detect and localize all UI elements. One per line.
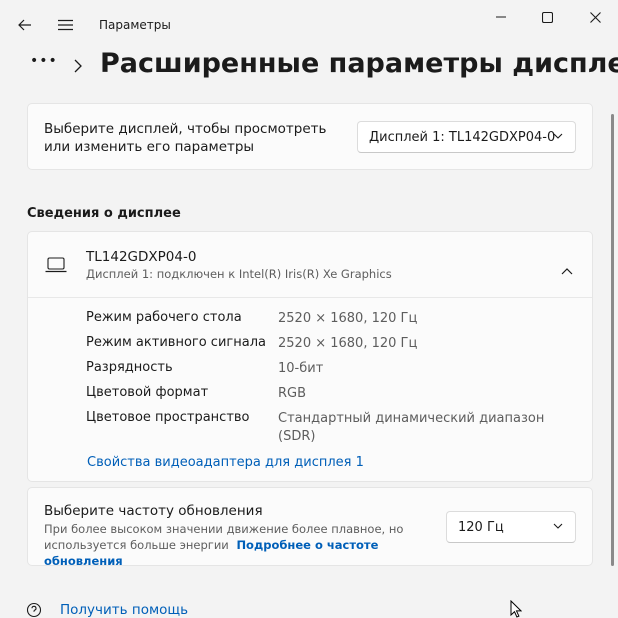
display-select-dropdown[interactable]: Дисплей 1: TL142GDXP04-0 <box>357 121 576 153</box>
info-label-active-signal: Режим активного сигнала <box>86 335 266 350</box>
scrollbar-thumb[interactable] <box>611 114 614 566</box>
info-value-color-format: RGB <box>278 386 307 401</box>
minimize-button[interactable] <box>486 4 516 30</box>
close-button[interactable] <box>580 4 610 30</box>
back-arrow-icon <box>18 19 31 31</box>
refresh-rate-value: 120 Гц <box>458 519 504 535</box>
refresh-rate-description: При более высоком значении движение боле… <box>44 521 434 569</box>
breadcrumb-chevron-icon <box>74 58 82 77</box>
info-value-bit-depth: 10-бит <box>278 361 324 376</box>
display-select-value: Дисплей 1: TL142GDXP04-0 <box>369 129 556 145</box>
app-title: Параметры <box>99 18 171 32</box>
display-info-header[interactable] <box>28 232 592 298</box>
page-title: Расширенные параметры дисплея <box>100 48 618 79</box>
minimize-icon <box>496 16 506 18</box>
info-label-bit-depth: Разрядность <box>86 360 173 375</box>
mouse-cursor-icon <box>510 599 523 618</box>
menu-button[interactable] <box>52 12 78 38</box>
info-value-active-signal: 2520 × 1680, 120 Гц <box>278 336 418 351</box>
display-name: TL142GDXP04-0 <box>86 249 197 265</box>
info-label-color-format: Цветовой формат <box>86 385 209 400</box>
get-help-link[interactable]: Получить помощь <box>60 602 188 618</box>
chevron-down-icon <box>553 523 563 529</box>
chevron-up-icon[interactable] <box>561 260 573 279</box>
close-icon <box>589 11 601 23</box>
breadcrumb-more-button[interactable]: ••• <box>30 53 58 69</box>
info-label-desktop-mode: Режим рабочего стола <box>86 310 242 325</box>
laptop-icon <box>45 257 67 277</box>
refresh-rate-dropdown[interactable]: 120 Гц <box>446 511 576 543</box>
chevron-down-icon <box>553 133 563 139</box>
info-label-color-space: Цветовое пространство <box>86 410 250 425</box>
adapter-properties-link[interactable]: Свойства видеоадаптера для дисплея 1 <box>87 455 364 470</box>
info-value-desktop-mode: 2520 × 1680, 120 Гц <box>278 311 418 326</box>
display-subtitle: Дисплей 1: подключен к Intel(R) Iris(R) … <box>86 267 392 281</box>
refresh-rate-title: Выберите частоту обновления <box>44 503 263 519</box>
section-title: Сведения о дисплее <box>27 206 181 221</box>
info-value-color-space: Стандартный динамический диапазон (SDR) <box>278 411 545 444</box>
maximize-button[interactable] <box>532 4 562 30</box>
display-select-label: Выберите дисплей, чтобы просмотреть или … <box>44 121 327 155</box>
back-button[interactable] <box>12 12 38 38</box>
hamburger-icon <box>57 19 73 31</box>
maximize-icon <box>541 11 553 23</box>
help-icon <box>26 602 42 618</box>
